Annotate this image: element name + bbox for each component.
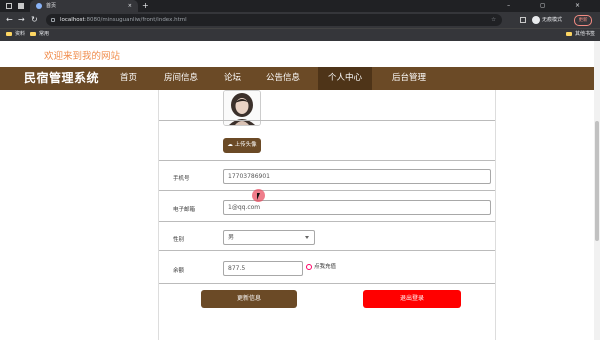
folder-icon bbox=[566, 31, 572, 36]
recharge-icon bbox=[306, 263, 312, 270]
welcome-text: 欢迎来到我的网站 bbox=[44, 51, 121, 62]
divider bbox=[159, 190, 495, 191]
bookmark-folder-2[interactable]: 常用 bbox=[30, 29, 49, 40]
web-page: 欢迎来到我的网站 民宿管理系统 首页 房间信息 论坛 公告信息 个人中心 后台管… bbox=[0, 41, 600, 340]
nav-rooms[interactable]: 房间信息 bbox=[164, 67, 198, 90]
nav-forum[interactable]: 论坛 bbox=[224, 67, 241, 90]
update-info-button[interactable]: 更新信息 bbox=[201, 290, 297, 308]
reload-icon[interactable]: ↻ bbox=[31, 12, 38, 28]
incognito-icon bbox=[532, 15, 540, 24]
address-bar-row: ← → ↻ localhost:8080/minsuguanliw/front/… bbox=[0, 12, 600, 28]
main-navbar: 民宿管理系统 首页 房间信息 论坛 公告信息 个人中心 后台管理 bbox=[0, 67, 600, 90]
nav-personal-center[interactable]: 个人中心 bbox=[318, 67, 373, 90]
gender-select[interactable]: 男 bbox=[223, 230, 315, 245]
site-brand: 民宿管理系统 bbox=[24, 71, 100, 85]
info-icon[interactable] bbox=[51, 18, 55, 22]
folder-icon bbox=[6, 31, 12, 36]
nav-admin[interactable]: 后台管理 bbox=[392, 67, 426, 90]
gender-label: 性别 bbox=[173, 237, 185, 243]
window-controls[interactable]: – ◻ × bbox=[507, 0, 594, 12]
bookmark-folder-1[interactable]: 资料 bbox=[6, 29, 25, 40]
divider bbox=[159, 221, 495, 222]
tab-actions-icon[interactable] bbox=[6, 3, 12, 9]
scrollbar-thumb[interactable] bbox=[595, 121, 599, 241]
bookmark-star-icon[interactable]: ☆ bbox=[491, 14, 496, 26]
mouse-cursor bbox=[252, 189, 265, 202]
recharge-label: 点我充值 bbox=[314, 264, 337, 270]
url-input[interactable]: localhost:8080/minsuguanliw/front/index.… bbox=[46, 14, 502, 26]
nav-announcements[interactable]: 公告信息 bbox=[266, 67, 300, 90]
browser-tab-bar: 首页 × + – ◻ × bbox=[0, 0, 600, 12]
email-field[interactable]: 1@qq.com bbox=[223, 200, 491, 215]
balance-field[interactable]: 877.5 bbox=[223, 261, 303, 276]
logout-button[interactable]: 退出登录 bbox=[363, 290, 461, 308]
back-icon[interactable]: ← bbox=[6, 12, 13, 28]
profile-label: 无痕模式 bbox=[542, 17, 563, 23]
divider bbox=[159, 120, 495, 121]
phone-label: 手机号 bbox=[173, 176, 190, 182]
recharge-link[interactable]: 点我充值 bbox=[306, 262, 336, 270]
new-tab-button[interactable]: + bbox=[142, 0, 149, 12]
bookmark-label: 常用 bbox=[39, 31, 50, 37]
page-scrollbar[interactable] bbox=[594, 41, 600, 340]
nav-home[interactable]: 首页 bbox=[120, 67, 137, 90]
phone-field[interactable]: 17703786901 bbox=[223, 169, 491, 184]
profile-button[interactable]: 无痕模式 bbox=[532, 15, 562, 25]
email-label: 电子邮箱 bbox=[173, 207, 196, 213]
update-button[interactable]: 更新 bbox=[574, 15, 592, 26]
tab-title: 首页 bbox=[46, 3, 57, 9]
bookmark-label: 其他书签 bbox=[575, 31, 596, 37]
divider bbox=[159, 160, 495, 161]
url-path: :8080/minsuguanliw/front/index.html bbox=[84, 17, 187, 23]
upload-avatar-label: 上传头像 bbox=[234, 142, 257, 148]
chevron-down-icon bbox=[305, 236, 309, 239]
upload-avatar-button[interactable]: ☁ 上传头像 bbox=[223, 138, 261, 153]
favicon-icon bbox=[36, 3, 42, 9]
tab-home[interactable]: 首页 × bbox=[30, 0, 138, 12]
bookmarks-bar: 资料 常用 其他书签 bbox=[0, 28, 600, 41]
divider bbox=[159, 283, 495, 284]
other-bookmarks[interactable]: 其他书签 bbox=[566, 29, 595, 40]
folder-icon bbox=[30, 31, 36, 36]
profile-panel: ☁ 上传头像 手机号 17703786901 电子邮箱 1@qq.com 性别 … bbox=[158, 90, 496, 340]
sidebar-icon[interactable] bbox=[520, 17, 526, 23]
balance-label: 余额 bbox=[173, 268, 185, 274]
url-host: localhost bbox=[60, 17, 85, 23]
gender-value: 男 bbox=[228, 234, 235, 241]
bookmark-label: 资料 bbox=[15, 31, 26, 37]
tab-close-icon[interactable]: × bbox=[128, 0, 132, 12]
divider bbox=[159, 250, 495, 251]
forward-icon[interactable]: → bbox=[18, 12, 25, 28]
tab-search-icon[interactable] bbox=[18, 3, 24, 9]
